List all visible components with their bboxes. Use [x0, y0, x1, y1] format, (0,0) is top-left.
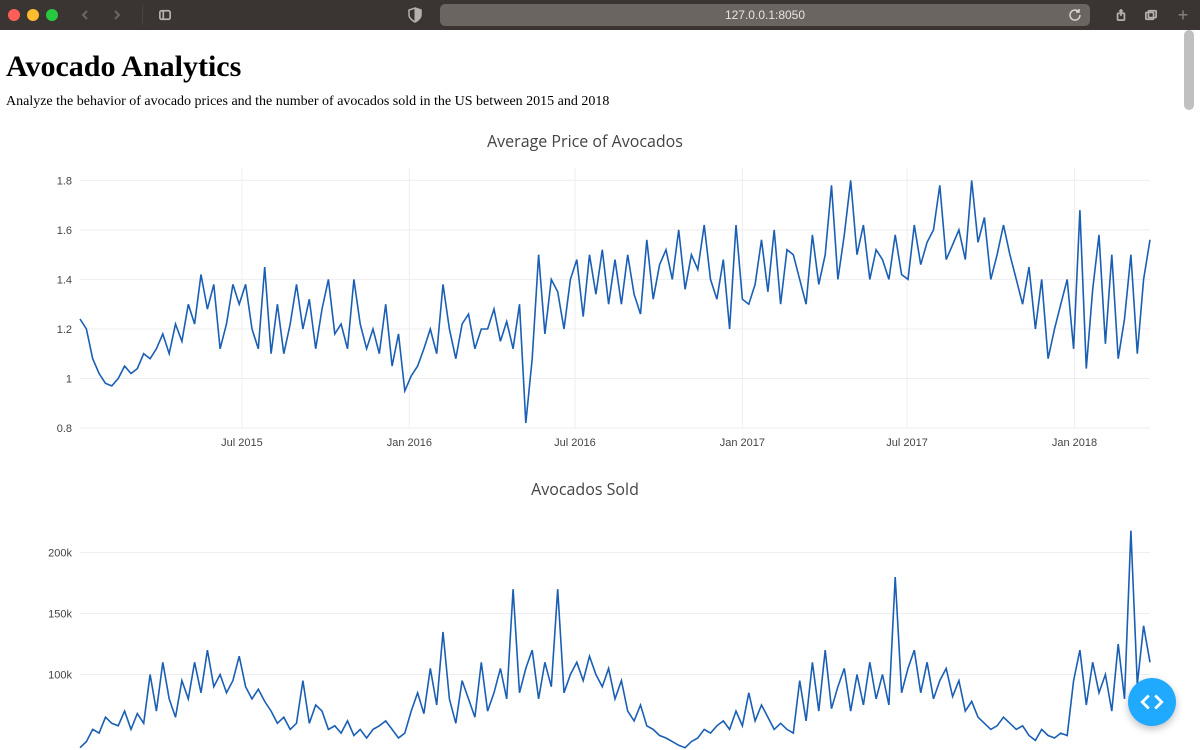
share-button[interactable]: [1108, 4, 1134, 26]
svg-text:Jul 2017: Jul 2017: [886, 437, 928, 449]
browser-toolbar: 127.0.0.1:8050 +: [0, 0, 1200, 30]
page-title: Avocado Analytics: [6, 50, 1194, 84]
svg-text:Jul 2016: Jul 2016: [554, 437, 596, 449]
reload-icon[interactable]: [1068, 8, 1082, 22]
forward-button[interactable]: [104, 4, 130, 26]
sold-chart[interactable]: Avocados Sold 100k 150k 200k: [10, 478, 1160, 750]
dash-dev-tools-button[interactable]: [1128, 678, 1176, 726]
svg-text:1.4: 1.4: [57, 274, 72, 286]
page-content: Avocado Analytics Analyze the behavior o…: [0, 30, 1200, 750]
svg-text:Jan 2017: Jan 2017: [720, 437, 765, 449]
svg-text:100k: 100k: [48, 670, 72, 682]
privacy-shield-icon[interactable]: [402, 7, 428, 23]
svg-text:Jul 2015: Jul 2015: [221, 437, 263, 449]
svg-text:Jan 2018: Jan 2018: [1052, 437, 1097, 449]
svg-text:0.8: 0.8: [57, 423, 72, 435]
sidebar-toggle-button[interactable]: [142, 4, 176, 26]
svg-text:1.8: 1.8: [57, 175, 72, 187]
price-chart[interactable]: Average Price of Avocados 0.8 1 1.2 1.4 1.6 1…: [10, 130, 1160, 458]
svg-text:1: 1: [66, 373, 72, 385]
tabs-button[interactable]: [1138, 4, 1164, 26]
svg-text:150k: 150k: [48, 609, 72, 621]
vertical-scrollbar[interactable]: [1184, 30, 1194, 110]
window-controls: [8, 9, 58, 21]
address-bar[interactable]: 127.0.0.1:8050: [440, 4, 1090, 26]
svg-text:1.2: 1.2: [57, 324, 72, 336]
price-chart-title: Average Price of Avocados: [10, 130, 1160, 152]
svg-text:1.6: 1.6: [57, 225, 72, 237]
back-button[interactable]: [72, 4, 98, 26]
svg-text:Jan 2016: Jan 2016: [387, 437, 432, 449]
close-window-button[interactable]: [8, 9, 20, 21]
address-bar-text: 127.0.0.1:8050: [725, 8, 805, 22]
minimize-window-button[interactable]: [27, 9, 39, 21]
sold-chart-title: Avocados Sold: [10, 478, 1160, 500]
new-tab-button[interactable]: +: [1174, 6, 1192, 24]
zoom-window-button[interactable]: [46, 9, 58, 21]
page-subtitle: Analyze the behavior of avocado prices a…: [6, 94, 1194, 110]
svg-text:200k: 200k: [48, 548, 72, 560]
